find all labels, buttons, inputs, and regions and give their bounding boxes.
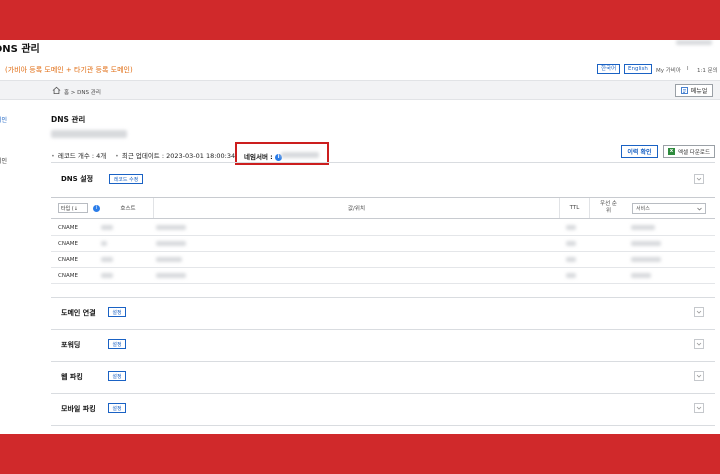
collapse-icon <box>696 310 702 314</box>
collapse-forwarding-button[interactable] <box>694 339 704 349</box>
my-gabia-link[interactable]: My 가비아 <box>656 66 681 74</box>
domain-connect-settings-button[interactable]: 설정 <box>108 307 126 317</box>
last-update: • 최근 업데이트 : 2023-03-01 18:00:34 <box>115 152 236 160</box>
home-icon[interactable] <box>52 86 61 95</box>
collapse-icon <box>696 374 702 378</box>
collapse-icon <box>696 342 702 346</box>
mobile-parking-settings-button[interactable]: 설정 <box>108 403 126 413</box>
dns-table-header: 타입 (↓ i 호스트 값/위치 TTL 우선 순위 서비스 <box>51 197 715 219</box>
divider <box>51 425 715 426</box>
domain-name-redacted <box>51 130 127 138</box>
lang-en-button[interactable]: English <box>624 64 652 74</box>
mobile-parking-title: 모바일 파킹 <box>61 405 96 413</box>
divider <box>51 329 715 330</box>
app-window: DNS 관리 (가비아 등록 도메인 + 타기관 등록 도메인) 한국어 Eng… <box>0 40 720 434</box>
edit-records-button[interactable]: 레코드 수정 <box>109 174 143 184</box>
link-separator: l <box>687 66 689 72</box>
table-row[interactable]: CNAME <box>51 220 715 236</box>
col-priority: 우선 순위 <box>589 198 627 218</box>
divider <box>51 162 715 163</box>
record-count: • 레코드 개수 : 4개 <box>51 152 107 160</box>
col-value: 값/위치 <box>153 198 559 218</box>
inquiry-link[interactable]: 1:1 문의 <box>697 66 718 74</box>
top-red-band <box>0 0 720 40</box>
bottom-red-band <box>0 434 720 474</box>
excel-icon: x <box>667 148 675 155</box>
user-info-redacted <box>676 40 712 45</box>
collapse-icon <box>696 406 702 410</box>
divider <box>51 393 715 394</box>
web-parking-title: 웹 파킹 <box>61 373 83 381</box>
nameserver-value-redacted <box>281 152 319 158</box>
breadcrumb-bar: 홈 > DNS 관리 메뉴얼 <box>0 80 720 100</box>
manual-button[interactable]: 메뉴얼 <box>675 84 713 97</box>
breadcrumb: 홈 > DNS 관리 <box>64 90 101 96</box>
forwarding-settings-button[interactable]: 설정 <box>108 339 126 349</box>
table-row[interactable]: CNAME <box>51 252 715 268</box>
excel-download-label: 엑셀 다운로드 <box>677 149 711 156</box>
collapse-mobile-parking-button[interactable] <box>694 403 704 413</box>
dns-management-title: DNS 관리 <box>51 115 86 124</box>
info-icon[interactable]: i <box>93 205 100 212</box>
type-filter-select[interactable]: 타입 (↓ i <box>58 203 100 213</box>
collapse-domain-connect-button[interactable] <box>694 307 704 317</box>
domain-connect-title: 도메인 연결 <box>61 309 96 317</box>
sidebar-item-main[interactable]: 메인 <box>0 115 7 124</box>
manual-label: 메뉴얼 <box>690 88 708 95</box>
collapse-icon <box>696 177 702 181</box>
excel-download-button[interactable]: x 엑셀 다운로드 <box>663 145 715 158</box>
collapse-dns-button[interactable] <box>694 174 704 184</box>
history-button[interactable]: 이력 확인 <box>621 145 658 158</box>
service-filter-select[interactable]: 서비스 <box>632 203 706 214</box>
manual-icon <box>680 87 688 94</box>
page-title: DNS 관리 <box>0 44 40 55</box>
divider <box>51 297 715 298</box>
table-row[interactable]: CNAME <box>51 236 715 252</box>
sidebar-item-main-2[interactable]: 메인 <box>0 156 7 165</box>
forwarding-title: 포워딩 <box>61 341 81 349</box>
nameserver-label: 네임서버 : i <box>244 151 283 161</box>
lang-ko-button[interactable]: 한국어 <box>597 64 621 74</box>
page-subtitle: (가비아 등록 도메인 + 타기관 등록 도메인) <box>5 66 133 74</box>
dns-settings-title: DNS 설정 <box>61 175 94 183</box>
chevron-down-icon <box>697 207 702 211</box>
col-host: 호스트 <box>120 206 136 212</box>
collapse-web-parking-button[interactable] <box>694 371 704 381</box>
web-parking-settings-button[interactable]: 설정 <box>108 371 126 381</box>
divider <box>51 361 715 362</box>
col-ttl: TTL <box>559 198 589 218</box>
table-row[interactable]: CNAME <box>51 268 715 284</box>
